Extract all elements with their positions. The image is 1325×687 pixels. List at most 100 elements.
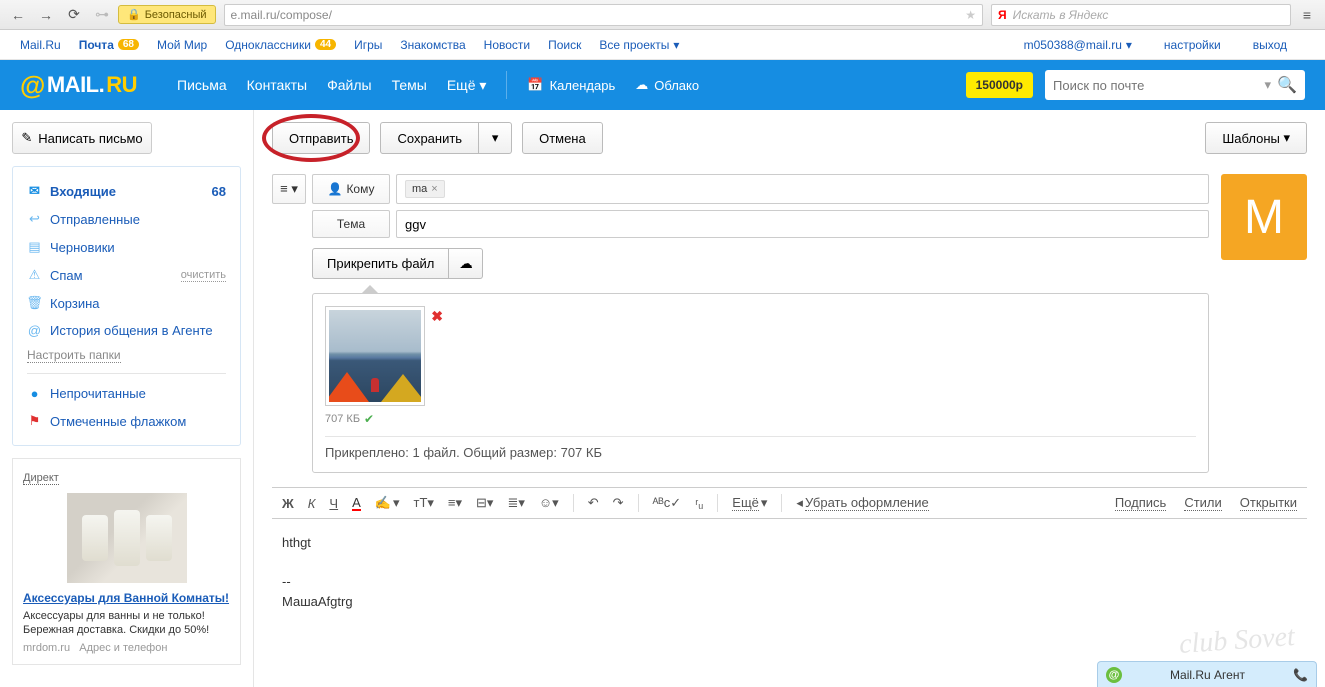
compose-button[interactable]: ✎Написать письмо <box>12 122 152 154</box>
configure-folders[interactable]: Настроить папки <box>27 348 121 363</box>
cards-button[interactable]: Открытки <box>1240 495 1297 511</box>
undo-button[interactable]: ↶ <box>588 495 599 511</box>
folder-unread[interactable]: ●Непрочитанные <box>13 380 240 407</box>
folder-list: ✉Входящие68 ↩Отправленные ▤Черновики ⚠Сп… <box>12 166 241 446</box>
font-size-button[interactable]: тT▾ <box>413 495 433 511</box>
nav-letters[interactable]: Письма <box>177 77 227 94</box>
underline-button[interactable]: Ч <box>329 496 338 511</box>
user-email[interactable]: m050388@mail.ru ▾ <box>1024 38 1132 52</box>
folder-inbox[interactable]: ✉Входящие68 <box>13 177 240 205</box>
folder-trash[interactable]: 🗑Корзина <box>13 289 240 317</box>
link-search[interactable]: Поиск <box>548 38 581 52</box>
recipients-options[interactable]: ≡ ▾ <box>272 174 306 204</box>
nav-themes[interactable]: Темы <box>392 77 427 94</box>
recipient-chip[interactable]: ma× <box>405 180 445 198</box>
ad-title[interactable]: Аксессуары для Ванной Комнаты! <box>23 591 230 605</box>
text-color-button[interactable]: A <box>352 496 361 511</box>
bold-button[interactable]: Ж <box>282 496 294 511</box>
subject-input[interactable] <box>405 217 1200 232</box>
promo-button[interactable]: 150000р <box>966 72 1033 98</box>
attachment-thumb[interactable]: ✖ 707 КБ✔ <box>325 306 425 426</box>
to-label[interactable]: 👤Кому <box>312 174 390 204</box>
folder-agent-history[interactable]: @История общения в Агенте <box>13 317 240 344</box>
link-mailru[interactable]: Mail.Ru <box>20 38 61 52</box>
link-ok[interactable]: Одноклассники44 <box>225 38 336 52</box>
attach-cloud-button[interactable]: ☁ <box>449 248 483 279</box>
subject-field[interactable] <box>396 210 1209 238</box>
url-bar[interactable]: e.mail.ru/compose/★ <box>224 4 983 26</box>
forward-icon[interactable]: → <box>34 4 58 26</box>
nav-files[interactable]: Файлы <box>327 77 371 94</box>
back-icon[interactable]: ← <box>6 4 30 26</box>
cancel-button[interactable]: Отмена <box>522 122 603 154</box>
search-icon[interactable]: 🔍 <box>1277 75 1297 95</box>
menu-icon[interactable]: ≡ <box>1295 4 1319 26</box>
dot-icon: ● <box>27 386 42 401</box>
link-games[interactable]: Игры <box>354 38 382 52</box>
chip-remove-icon[interactable]: × <box>431 183 437 195</box>
reload-icon[interactable]: ⟳ <box>62 4 86 26</box>
align-button[interactable]: ≡▾ <box>448 495 462 511</box>
clear-spam[interactable]: очистить <box>181 269 226 282</box>
attach-summary: Прикреплено: 1 файл. Общий размер: 707 К… <box>325 436 1196 460</box>
agent-icon: @ <box>27 323 42 338</box>
star-icon[interactable]: ★ <box>965 8 976 22</box>
chevron-down-icon[interactable]: ▾ <box>1265 77 1272 93</box>
mailru-logo[interactable]: @MAIL.RU <box>20 70 137 101</box>
trash-icon: 🗑 <box>27 295 42 311</box>
mail-header: @MAIL.RU Письма Контакты Файлы Темы Ещё … <box>0 60 1325 110</box>
link-mail[interactable]: Почта68 <box>79 38 139 52</box>
send-button[interactable]: Отправить <box>272 122 370 154</box>
save-split-button[interactable]: Сохранить ▾ <box>380 122 512 154</box>
italic-button[interactable]: К <box>308 496 316 511</box>
nav-cloud[interactable]: ☁Облако <box>635 77 699 93</box>
folder-flagged[interactable]: ⚑Отмеченные флажком <box>13 407 240 435</box>
ad-text: Аксессуары для ванны и не только! Бережн… <box>23 609 230 638</box>
link-moymir[interactable]: Мой Мир <box>157 38 207 52</box>
nav-calendar[interactable]: 📅Календарь <box>527 77 615 93</box>
spam-icon: ⚠ <box>27 267 42 283</box>
link-logout[interactable]: выход <box>1253 38 1287 52</box>
redo-button[interactable]: ↷ <box>613 495 624 511</box>
ad-image[interactable] <box>67 493 187 583</box>
mail-search-input[interactable] <box>1053 78 1259 93</box>
link-dating[interactable]: Знакомства <box>400 38 465 52</box>
list-button[interactable]: ≣▾ <box>507 495 524 511</box>
save-button[interactable]: Сохранить <box>380 122 479 154</box>
ad-widget: Директ Аксессуары для Ванной Комнаты! Ак… <box>12 458 241 665</box>
attach-button[interactable]: Прикрепить файл <box>312 248 449 279</box>
agent-bar[interactable]: @ Mail.Ru Агент 📞 <box>1097 661 1317 687</box>
link-all[interactable]: Все проекты ▾ <box>599 38 679 52</box>
nav-more[interactable]: Ещё ▾ <box>447 77 487 94</box>
remove-attachment-icon[interactable]: ✖ <box>431 308 443 325</box>
save-caret[interactable]: ▾ <box>479 122 512 154</box>
drafts-icon: ▤ <box>27 239 42 255</box>
to-input[interactable]: ma× <box>396 174 1209 204</box>
link-settings[interactable]: настройки <box>1164 38 1221 52</box>
agent-status-icon: @ <box>1106 667 1122 683</box>
mail-search[interactable]: ▾ 🔍 <box>1045 70 1305 100</box>
folder-sent[interactable]: ↩Отправленные <box>13 205 240 233</box>
styles-button[interactable]: Стили <box>1184 495 1221 511</box>
message-body[interactable]: hthgt -- МашаAfgtrg <box>272 519 1307 625</box>
link-news[interactable]: Новости <box>484 38 530 52</box>
person-icon: 👤 <box>327 182 342 196</box>
more-button[interactable]: Ещё▾ <box>732 495 767 511</box>
highlight-button[interactable]: ✍▾ <box>375 495 400 511</box>
translit-button[interactable]: ʳᵤ <box>695 496 703 511</box>
inbox-icon: ✉ <box>27 183 42 199</box>
key-icon[interactable]: ⊶ <box>90 4 114 26</box>
nav-contacts[interactable]: Контакты <box>247 77 307 94</box>
folder-drafts[interactable]: ▤Черновики <box>13 233 240 261</box>
signature-button[interactable]: Подпись <box>1115 495 1166 511</box>
indent-button[interactable]: ⊟▾ <box>476 495 493 511</box>
remove-format-button[interactable]: ◂ Убрать оформление <box>796 495 928 511</box>
emoji-button[interactable]: ☺▾ <box>539 495 559 511</box>
phone-icon[interactable]: 📞 <box>1293 668 1308 682</box>
yandex-search[interactable]: ЯИскать в Яндекс <box>991 4 1291 26</box>
templates-button[interactable]: Шаблоны ▾ <box>1205 122 1307 154</box>
cloud-icon: ☁ <box>635 77 648 93</box>
ad-label: Директ <box>23 472 59 485</box>
spellcheck-button[interactable]: ᴬᴮᴄ✓ <box>653 495 682 511</box>
folder-spam[interactable]: ⚠Спамочистить <box>13 261 240 289</box>
